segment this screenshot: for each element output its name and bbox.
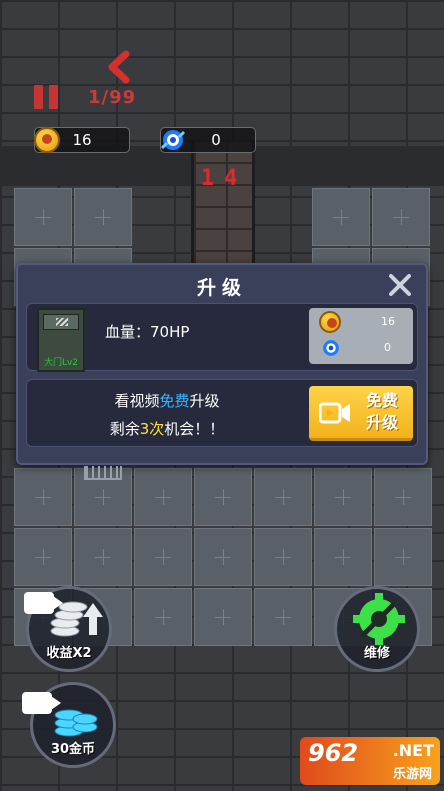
repair-label: 维修 — [363, 646, 390, 661]
cost-gems-row: 0 — [319, 337, 405, 361]
gate-level-label: 大门Lv2 — [43, 358, 79, 368]
pause-bar — [49, 85, 58, 109]
watermark-sub: 乐游网 — [392, 767, 432, 782]
video-camera-icon — [24, 592, 63, 614]
pause-bar — [34, 85, 43, 109]
floor-tile — [14, 188, 72, 246]
floor-tile[interactable] — [74, 528, 132, 586]
coin-count: 16 — [72, 131, 92, 149]
hp-text: 血量：70HP — [105, 323, 190, 341]
floor-tile — [74, 188, 132, 246]
floor-tile — [372, 188, 430, 246]
floor-tile[interactable] — [134, 468, 192, 526]
repair-button[interactable]: 维修 — [334, 586, 420, 672]
floor-tile[interactable] — [194, 528, 252, 586]
countdown-timer: 14 — [200, 166, 248, 191]
income-x2-label: 收益X2 — [46, 646, 92, 661]
free-upgrade-button[interactable]: 免费 升级 — [309, 386, 413, 441]
site-watermark-logo: 962 .NET 乐游网 — [300, 737, 440, 785]
wave-counter: 1/99 — [88, 87, 137, 108]
floor-tile[interactable] — [134, 528, 192, 586]
floor-tile[interactable] — [254, 468, 312, 526]
cost-coins-row: 16 — [319, 311, 405, 335]
free-upgrade-label: 免费 升级 — [357, 390, 407, 434]
video-upgrade-panel: 看视频免费升级 剩余3次机会！！ 免费 升级 — [26, 379, 418, 447]
video-line-2-pre: 剩余 — [109, 420, 140, 438]
video-camera-icon — [319, 402, 350, 424]
cost-coins: 16 — [381, 315, 395, 328]
blue-gem-icon — [323, 340, 339, 356]
close-icon[interactable] — [388, 273, 412, 297]
pause-button[interactable] — [34, 85, 60, 111]
floor-tile[interactable] — [314, 468, 372, 526]
gate-corridor — [191, 140, 255, 270]
video-line-1-pre: 看视频 — [114, 392, 160, 410]
floor-tile[interactable] — [374, 528, 432, 586]
cost-gems: 0 — [384, 341, 391, 354]
floor-tile[interactable] — [254, 528, 312, 586]
video-line-2-highlight: 3次 — [139, 420, 165, 438]
watermark-net: .NET — [392, 741, 434, 760]
video-line-1: 看视频免费升级 — [27, 390, 307, 411]
watermark-main: 962 — [308, 739, 359, 767]
floor-tile[interactable] — [194, 588, 252, 646]
dialog-title: 升级 — [196, 277, 247, 299]
wrench-gear-icon — [353, 593, 405, 645]
skull-coin-icon — [34, 127, 60, 153]
video-line-2: 剩余3次机会！！ — [27, 418, 307, 439]
blue-gem-icon — [158, 126, 188, 154]
floor-tile[interactable] — [134, 588, 192, 646]
floor-tile[interactable] — [374, 468, 432, 526]
free-upgrade-label-line-2: 升级 — [365, 413, 398, 432]
floor-tile[interactable] — [254, 588, 312, 646]
upgrade-dialog: 升级 大门Lv2 血量：70HP 16 0 看视频免费升级 剩余3次机会！！ 免… — [16, 263, 428, 465]
gate-info-panel: 大门Lv2 血量：70HP 16 0 — [26, 303, 418, 372]
gate-door-icon — [43, 314, 79, 330]
video-line-1-post: 升级 — [189, 392, 220, 410]
gate-thumbnail: 大门Lv2 — [37, 308, 85, 372]
video-line-1-highlight: 免费 — [159, 392, 190, 410]
gem-count: 0 — [211, 131, 221, 149]
free-upgrade-label-line-1: 免费 — [365, 391, 398, 410]
upgrade-cost-button[interactable]: 16 0 — [309, 308, 413, 364]
spike-trap-icon — [84, 466, 122, 480]
video-camera-icon — [22, 692, 61, 714]
floor-tile — [312, 188, 370, 246]
coins-30-label: 30金币 — [50, 742, 96, 757]
skull-coin-icon — [319, 311, 341, 333]
floor-tile[interactable] — [314, 528, 372, 586]
video-line-2-post: 机会！！ — [164, 420, 225, 438]
back-arrow-icon[interactable] — [104, 50, 134, 84]
floor-tile[interactable] — [14, 468, 72, 526]
floor-tile[interactable] — [194, 468, 252, 526]
floor-tile[interactable] — [14, 528, 72, 586]
